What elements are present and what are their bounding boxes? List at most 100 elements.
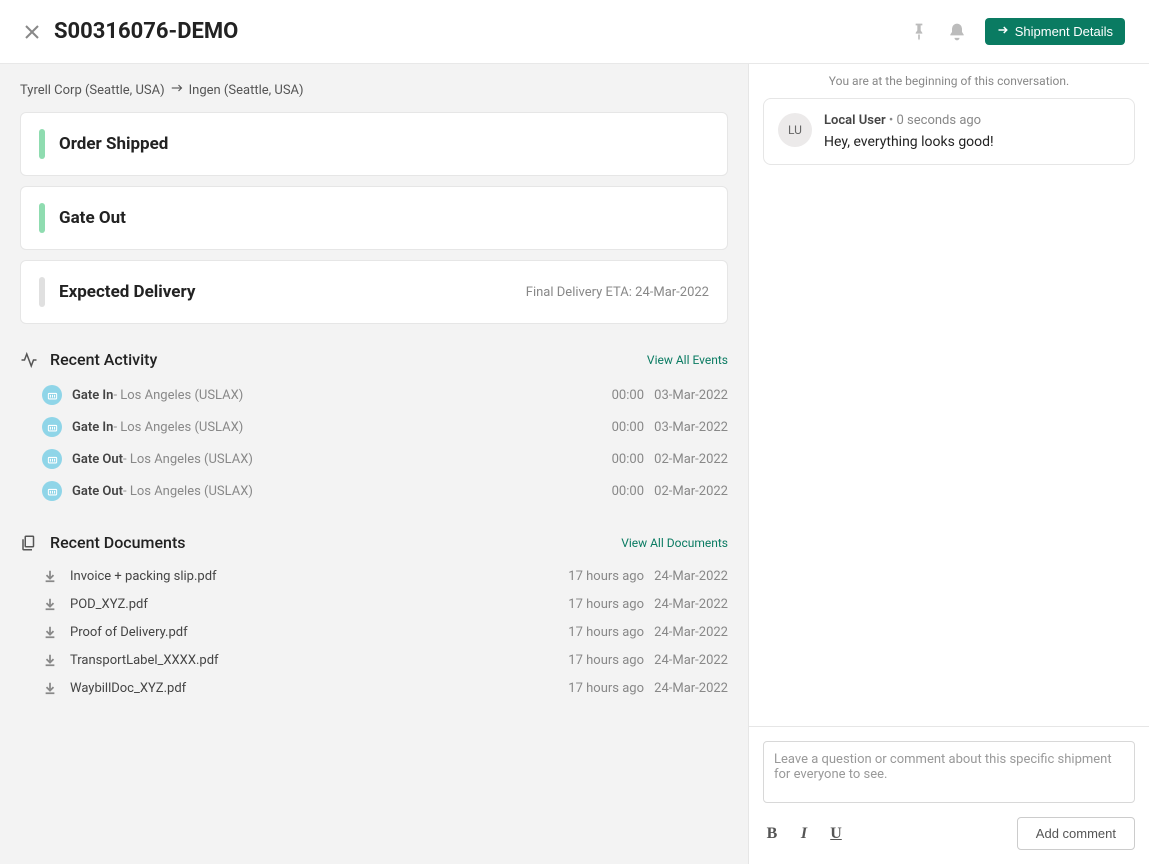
status-card-gate-out[interactable]: Gate Out	[20, 186, 728, 250]
document-name: Proof of Delivery.pdf	[70, 625, 188, 640]
message-card: LU Local User • 0 seconds ago Hey, every…	[763, 98, 1135, 165]
format-icons: B I U	[763, 825, 845, 843]
section-header-left: Recent Activity	[20, 350, 157, 369]
close-icon[interactable]	[24, 24, 40, 40]
view-all-documents-link[interactable]: View All Documents	[621, 536, 728, 550]
add-comment-button[interactable]: Add comment	[1017, 817, 1135, 850]
page-title: S00316076-DEMO	[54, 19, 238, 44]
activity-date: 03-Mar-2022	[654, 420, 728, 435]
message-author: Local User	[824, 113, 886, 128]
section-header: Recent Activity View All Events	[20, 350, 728, 369]
composer: B I U Add comment	[749, 726, 1149, 864]
documents-icon	[20, 534, 38, 552]
status-title: Order Shipped	[59, 134, 168, 154]
document-date: 24-Mar-2022	[654, 569, 728, 584]
status-indicator	[39, 129, 45, 159]
conversation-intro: You are at the beginning of this convers…	[749, 64, 1149, 98]
pin-icon[interactable]	[909, 22, 929, 42]
container-icon	[42, 449, 62, 469]
arrow-right-icon	[997, 24, 1009, 39]
status-title: Expected Delivery	[59, 282, 195, 302]
download-icon[interactable]	[42, 680, 58, 696]
activity-location: - Los Angeles (USLAX)	[113, 388, 243, 403]
document-ago: 17 hours ago	[568, 681, 644, 696]
main: Tyrell Corp (Seattle, USA) Ingen (Seattl…	[0, 63, 1149, 864]
activity-list: Gate In - Los Angeles (USLAX) 00:00 03-Mar…	[20, 379, 728, 507]
status-indicator	[39, 277, 45, 307]
activity-date: 02-Mar-2022	[654, 452, 728, 467]
topbar: S00316076-DEMO Shipment Details	[0, 0, 1149, 63]
avatar: LU	[778, 113, 812, 147]
message-header: Local User • 0 seconds ago	[824, 113, 994, 128]
download-icon[interactable]	[42, 596, 58, 612]
container-icon	[42, 481, 62, 501]
section-title: Recent Documents	[50, 533, 186, 552]
underline-button[interactable]: U	[827, 825, 845, 843]
document-row[interactable]: Invoice + packing slip.pdf 17 hours ago 24…	[20, 562, 728, 590]
activity-row[interactable]: Gate In - Los Angeles (USLAX)00:0003-Mar…	[20, 411, 728, 443]
arrow-right-icon	[171, 82, 183, 98]
document-name: TransportLabel_XXXX.pdf	[70, 653, 219, 668]
activity-location: - Los Angeles (USLAX)	[123, 484, 253, 499]
document-row[interactable]: TransportLabel_XXXX.pdf 17 hours ago 24-Ma…	[20, 646, 728, 674]
document-row[interactable]: POD_XYZ.pdf 17 hours ago 24-Mar-2022	[20, 590, 728, 618]
activity-name: Gate Out	[72, 452, 123, 467]
view-all-events-link[interactable]: View All Events	[647, 353, 728, 367]
section-header-left: Recent Documents	[20, 533, 186, 552]
shipment-details-button[interactable]: Shipment Details	[985, 18, 1125, 45]
download-icon[interactable]	[42, 624, 58, 640]
composer-toolbar: B I U Add comment	[763, 817, 1135, 850]
comment-input[interactable]	[763, 741, 1135, 803]
document-ago: 17 hours ago	[568, 597, 644, 612]
route-to: Ingen (Seattle, USA)	[189, 83, 304, 98]
bold-button[interactable]: B	[763, 825, 781, 843]
document-name: Invoice + packing slip.pdf	[70, 569, 217, 584]
activity-time: 00:00	[612, 452, 644, 467]
activity-time: 00:00	[612, 388, 644, 403]
activity-time: 00:00	[612, 484, 644, 499]
left-pane: Tyrell Corp (Seattle, USA) Ingen (Seattl…	[0, 64, 749, 864]
status-title: Gate Out	[59, 208, 126, 228]
activity-name: Gate Out	[72, 484, 123, 499]
shipment-details-label: Shipment Details	[1015, 24, 1113, 39]
route-line: Tyrell Corp (Seattle, USA) Ingen (Seattl…	[20, 82, 728, 98]
document-name: WaybillDoc_XYZ.pdf	[70, 681, 186, 696]
container-icon	[42, 417, 62, 437]
document-date: 24-Mar-2022	[654, 653, 728, 668]
section-title: Recent Activity	[50, 350, 157, 369]
message-time: 0 seconds ago	[897, 113, 982, 128]
activity-row[interactable]: Gate Out - Los Angeles (USLAX)00:0002-Ma…	[20, 475, 728, 507]
status-card-expected-delivery[interactable]: Expected Delivery Final Delivery ETA: 24…	[20, 260, 728, 324]
activity-row[interactable]: Gate In - Los Angeles (USLAX) 00:00 03-Mar…	[20, 379, 728, 411]
activity-name: Gate In	[72, 388, 113, 403]
activity-time: 00:00	[612, 420, 644, 435]
right-pane: You are at the beginning of this convers…	[749, 64, 1149, 864]
italic-button[interactable]: I	[795, 825, 813, 843]
documents-list: Invoice + packing slip.pdf 17 hours ago 24…	[20, 562, 728, 702]
document-ago: 17 hours ago	[568, 653, 644, 668]
document-date: 24-Mar-2022	[654, 597, 728, 612]
recent-documents-section: Recent Documents View All Documents Invo…	[20, 533, 728, 702]
download-icon[interactable]	[42, 652, 58, 668]
document-date: 24-Mar-2022	[654, 625, 728, 640]
container-icon	[42, 385, 62, 405]
status-indicator	[39, 203, 45, 233]
document-row[interactable]: Proof of Delivery.pdf17 hours ago24-Mar-…	[20, 618, 728, 646]
topbar-left: S00316076-DEMO	[24, 19, 238, 44]
status-subtext: Final Delivery ETA: 24-Mar-2022	[526, 285, 709, 300]
app-root: S00316076-DEMO Shipment Details Tyrell C…	[0, 0, 1149, 864]
section-header: Recent Documents View All Documents	[20, 533, 728, 552]
document-row[interactable]: WaybillDoc_XYZ.pdf17 hours ago24-Mar-202…	[20, 674, 728, 702]
chat-scroll: LU Local User • 0 seconds ago Hey, every…	[749, 98, 1149, 726]
activity-location: - Los Angeles (USLAX)	[123, 452, 253, 467]
activity-row[interactable]: Gate Out - Los Angeles (USLAX) 00:00 02-Ma…	[20, 443, 728, 475]
status-card-shipped[interactable]: Order Shipped	[20, 112, 728, 176]
activity-icon	[20, 351, 38, 369]
document-ago: 17 hours ago	[568, 569, 644, 584]
bell-icon[interactable]	[947, 22, 967, 42]
download-icon[interactable]	[42, 568, 58, 584]
activity-date: 03-Mar-2022	[654, 388, 728, 403]
activity-name: Gate In	[72, 420, 113, 435]
message-sep: •	[889, 113, 897, 128]
document-name: POD_XYZ.pdf	[70, 597, 148, 612]
